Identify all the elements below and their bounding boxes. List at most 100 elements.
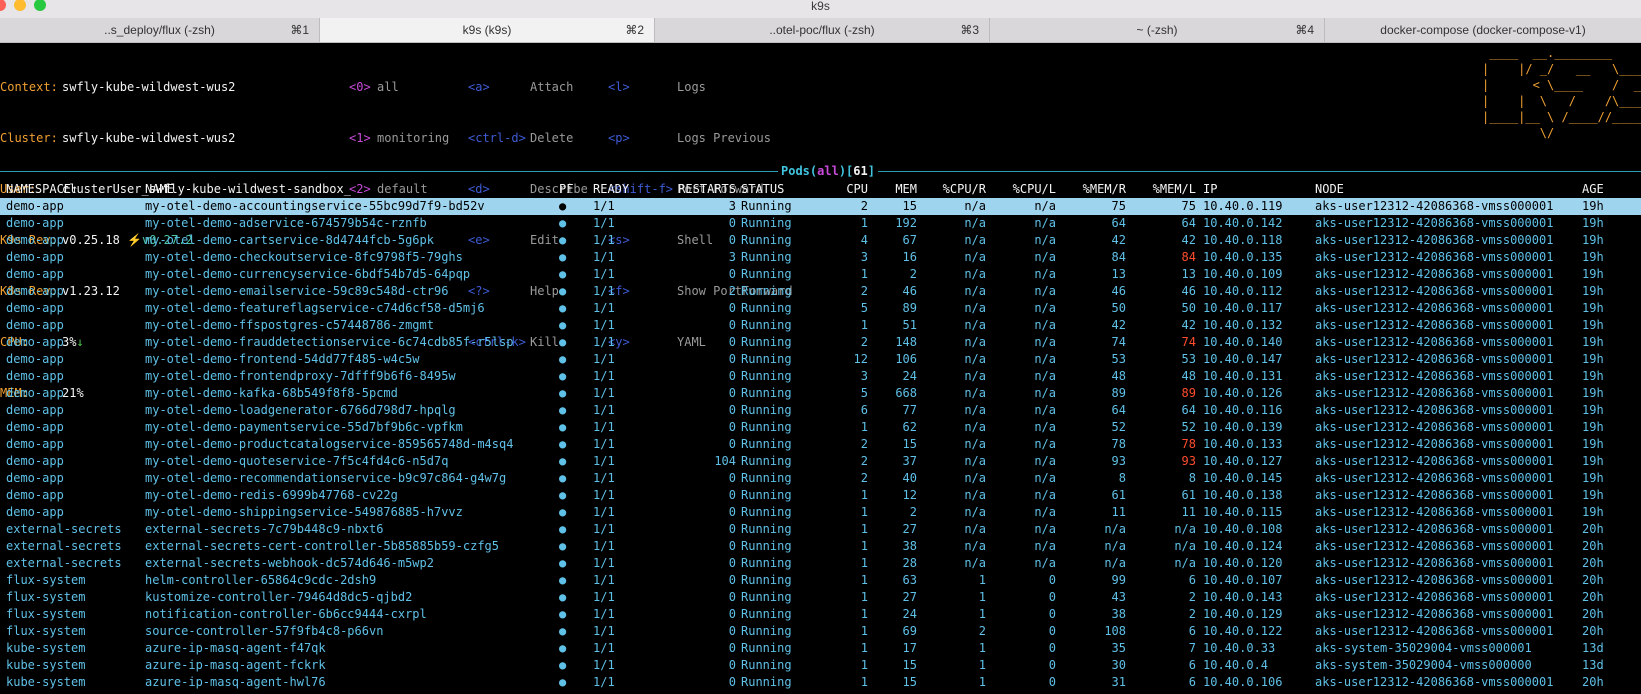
- cell-name: my-otel-demo-cartservice-8d4744fcb-5g6pk: [145, 233, 434, 247]
- table-row[interactable]: demo-app my-otel-demo-emailservice-59c89c…: [0, 283, 1641, 300]
- table-row[interactable]: flux-system kustomize-controller-79464d8d…: [0, 589, 1641, 606]
- table-row[interactable]: external-secrets external-secrets-cert-co…: [0, 538, 1641, 555]
- port-forward-dot-icon: ●: [559, 675, 567, 689]
- cell-restarts: 0: [728, 573, 736, 587]
- column-header-cpu-r[interactable]: %CPU/R: [943, 181, 986, 198]
- shortcut-attach[interactable]: <a> Attach: [468, 79, 573, 96]
- port-forward-dot-icon: ●: [559, 454, 567, 468]
- table-row[interactable]: demo-app my-otel-demo-adservice-674579b54…: [0, 215, 1641, 232]
- column-header-namespace[interactable]: NAMESPACE↑: [6, 181, 78, 198]
- cell-mem-l: 7: [1188, 641, 1196, 655]
- cell-restarts: 0: [728, 386, 736, 400]
- cell-mem-l: 52: [1181, 420, 1196, 434]
- cell-age: 20h: [1582, 539, 1604, 553]
- cell-name: my-otel-demo-accountingservice-55bc99d7f…: [145, 199, 485, 213]
- namespace-item[interactable]: <1> monitoring: [349, 130, 449, 147]
- cell-mem-l: 2: [1188, 607, 1196, 621]
- cell-node: aks-user12312-42086368-vmss000001: [1315, 454, 1554, 468]
- cell-cpu: 2: [860, 335, 868, 349]
- tab-k9s[interactable]: k9s (k9s) ⌘2: [320, 18, 655, 42]
- column-header-mem-r[interactable]: %MEM/R: [1083, 181, 1126, 198]
- tab-otel-poc-flux[interactable]: ..otel-poc/flux (-zsh) ⌘3: [655, 18, 990, 42]
- table-row[interactable]: demo-app my-otel-demo-currencyservice-6bd…: [0, 266, 1641, 283]
- column-header-status[interactable]: STATUS: [741, 181, 784, 198]
- table-row[interactable]: demo-app my-otel-demo-productcatalogservi…: [0, 436, 1641, 453]
- table-row[interactable]: kube-system azure-ip-masq-agent-hwl76 ● 1/1…: [0, 674, 1641, 691]
- column-header-cpu[interactable]: CPU: [846, 181, 868, 198]
- namespace-item[interactable]: <0> all: [349, 79, 399, 96]
- column-header-age[interactable]: AGE: [1582, 181, 1604, 198]
- cell-cpu-r: 1: [978, 658, 986, 672]
- column-header-mem-l[interactable]: %MEM/L: [1153, 181, 1196, 198]
- column-header-ready[interactable]: READY: [593, 181, 629, 198]
- cell-mem-l: 93: [1181, 454, 1196, 468]
- cell-cpu-l: n/a: [1034, 369, 1056, 383]
- cell-mem: 24: [902, 607, 917, 621]
- table-row[interactable]: demo-app my-otel-demo-shippingservice-549…: [0, 504, 1641, 521]
- table-row[interactable]: demo-app my-otel-demo-checkoutservice-8fc…: [0, 249, 1641, 266]
- cell-mem-l: 64: [1181, 216, 1196, 230]
- table-row[interactable]: demo-app my-otel-demo-featureflagservice-…: [0, 300, 1641, 317]
- shortcut-delete[interactable]: <ctrl-d> Delete: [468, 130, 573, 147]
- cell-mem-r: 30: [1111, 658, 1126, 672]
- table-row[interactable]: external-secrets external-secrets-webhook…: [0, 555, 1641, 572]
- cell-node: aks-user12312-42086368-vmss000001: [1315, 335, 1554, 349]
- column-header-node[interactable]: NODE: [1315, 181, 1344, 198]
- table-row[interactable]: demo-app my-otel-demo-paymentservice-55d7…: [0, 419, 1641, 436]
- cell-age: 19h: [1582, 352, 1604, 366]
- cell-name: notification-controller-6b6cc9444-cxrpl: [145, 607, 427, 621]
- table-row[interactable]: flux-system source-controller-57f9fb4c8-p…: [0, 623, 1641, 640]
- tab-flux-deploy[interactable]: ..s_deploy/flux (-zsh) ⌘1: [0, 18, 320, 42]
- table-row[interactable]: demo-app my-otel-demo-quoteservice-7f5c4f…: [0, 453, 1641, 470]
- cell-ip: 10.40.0.119: [1203, 199, 1283, 213]
- column-header-mem[interactable]: MEM: [895, 181, 917, 198]
- cell-name: kustomize-controller-79464d8dc5-qjbd2: [145, 590, 413, 604]
- column-header-name[interactable]: NAME: [145, 181, 174, 198]
- cell-node: aks-system-35029004-vmss000000: [1315, 658, 1532, 672]
- minimize-window-button[interactable]: [14, 0, 26, 11]
- cell-restarts: 3: [728, 250, 736, 264]
- table-row[interactable]: demo-app my-otel-demo-kafka-68b549f8f8-5p…: [0, 385, 1641, 402]
- cell-ip: 10.40.0.122: [1203, 624, 1283, 638]
- table-row[interactable]: demo-app my-otel-demo-accountingservice-5…: [0, 198, 1641, 215]
- cell-mem-l: 8: [1188, 471, 1196, 485]
- tab-docker-compose[interactable]: docker-compose (docker-compose-v1): [1325, 18, 1641, 42]
- table-row[interactable]: kube-system azure-ip-masq-agent-fckrk ● 1/1…: [0, 657, 1641, 674]
- cell-mem: 148: [895, 335, 917, 349]
- cell-namespace: demo-app: [6, 267, 64, 281]
- column-header-pf[interactable]: PF: [559, 181, 573, 198]
- shortcut-logs-previous[interactable]: <p> Logs Previous: [608, 130, 771, 147]
- cell-cpu: 2: [860, 471, 868, 485]
- cell-cpu-l: n/a: [1034, 250, 1056, 264]
- cell-restarts: 2: [728, 284, 736, 298]
- table-row[interactable]: kube-system azure-ip-masq-agent-f47qk ● 1/1…: [0, 640, 1641, 657]
- cell-ip: 10.40.0.135: [1203, 250, 1283, 264]
- table-row[interactable]: demo-app my-otel-demo-redis-6999b47768-cv…: [0, 487, 1641, 504]
- cell-age: 19h: [1582, 488, 1604, 502]
- table-row[interactable]: demo-app my-otel-demo-frontend-54dd77f485…: [0, 351, 1641, 368]
- column-header-ip[interactable]: IP: [1203, 181, 1217, 198]
- zoom-window-button[interactable]: [34, 0, 46, 11]
- shortcut-logs[interactable]: <l> Logs: [608, 79, 706, 96]
- close-window-button[interactable]: [0, 0, 6, 11]
- table-row[interactable]: demo-app my-otel-demo-ffspostgres-c574487…: [0, 317, 1641, 334]
- tab-home-zsh[interactable]: ~ (-zsh) ⌘4: [990, 18, 1325, 42]
- cell-status: Running: [741, 556, 792, 570]
- column-header-restarts[interactable]: RESTARTS: [678, 181, 736, 198]
- cell-status: Running: [741, 505, 792, 519]
- table-row[interactable]: demo-app my-otel-demo-cartservice-8d4744f…: [0, 232, 1641, 249]
- table-row[interactable]: demo-app my-otel-demo-recommendationservi…: [0, 470, 1641, 487]
- cell-node: aks-user12312-42086368-vmss000001: [1315, 675, 1554, 689]
- port-forward-dot-icon: ●: [559, 641, 567, 655]
- cell-mem-r: 74: [1111, 335, 1126, 349]
- column-header-cpu-l[interactable]: %CPU/L: [1013, 181, 1056, 198]
- table-row[interactable]: demo-app my-otel-demo-frontendproxy-7dfff…: [0, 368, 1641, 385]
- table-row[interactable]: demo-app my-otel-demo-loadgenerator-6766d…: [0, 402, 1641, 419]
- cell-restarts: 0: [728, 590, 736, 604]
- table-row[interactable]: external-secrets external-secrets-7c79b44…: [0, 521, 1641, 538]
- cell-cpu-r: n/a: [964, 301, 986, 315]
- table-row[interactable]: demo-app my-otel-demo-frauddetectionservi…: [0, 334, 1641, 351]
- cell-cpu: 2: [860, 199, 868, 213]
- table-row[interactable]: flux-system notification-controller-6b6cc…: [0, 606, 1641, 623]
- table-row[interactable]: flux-system helm-controller-65864c9cdc-2d…: [0, 572, 1641, 589]
